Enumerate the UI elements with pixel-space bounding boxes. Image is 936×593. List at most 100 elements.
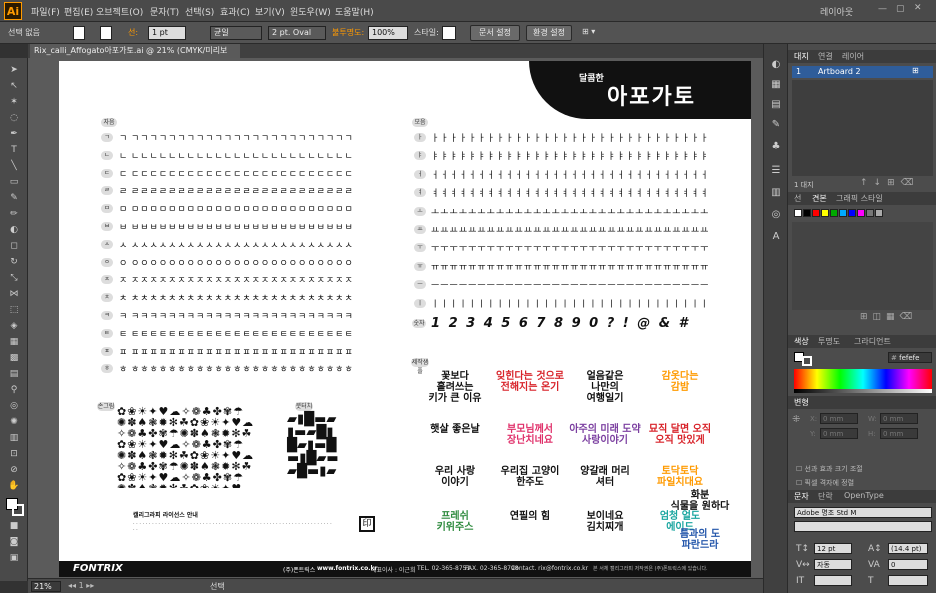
document-setup-button[interactable]: 문서 설정: [470, 25, 520, 41]
grayscale-ramp[interactable]: [794, 389, 932, 393]
swatch[interactable]: [866, 209, 874, 217]
opacity-field[interactable]: 100%: [368, 26, 408, 40]
slice-tool-icon[interactable]: ⊘: [7, 464, 21, 476]
maximize-icon[interactable]: ▢: [896, 4, 905, 14]
color-mode-icon[interactable]: ■: [7, 520, 21, 532]
tab-transparency[interactable]: 투명도: [818, 336, 840, 347]
vertical-scale-field[interactable]: [814, 575, 852, 586]
free-transform-tool-icon[interactable]: ⬚: [7, 304, 21, 316]
symbol-sprayer-tool-icon[interactable]: ✺: [7, 416, 21, 428]
brushes-icon[interactable]: ✎: [769, 118, 783, 132]
pixel-align-option[interactable]: ☐ 픽셀 격자에 정렬: [796, 478, 854, 488]
swatch-actions[interactable]: ⊞◫▦⌫: [860, 312, 917, 322]
color-spectrum[interactable]: [794, 369, 932, 389]
menu-select[interactable]: 선택(S): [185, 5, 214, 18]
close-icon[interactable]: ✕: [914, 3, 922, 13]
magic-wand-tool-icon[interactable]: ✶: [7, 96, 21, 108]
perspective-tool-icon[interactable]: ▦: [7, 336, 21, 348]
align-icon[interactable]: ⊞ ▾: [582, 27, 595, 36]
paintbrush-tool-icon[interactable]: ✎: [7, 192, 21, 204]
artboard[interactable]: 달콤한 아포가토 자음 ㄱㄱㄱㄱㄱㄱㄱㄱㄱㄱㄱㄱㄱㄱㄱㄱㄱㄱㄱㄱㄱㄱㄱㄱㄱㄱㄴㄴ…: [59, 61, 751, 577]
stroke-icon[interactable]: ☰: [769, 164, 783, 178]
scale-strokes-option[interactable]: ☐ 선과 효과 크기 조절: [796, 464, 863, 474]
stroke-indicator[interactable]: [802, 356, 812, 366]
tab-transform[interactable]: 변형: [794, 397, 809, 408]
line-tool-icon[interactable]: ╲: [7, 160, 21, 172]
hand-tool-icon[interactable]: ✋: [7, 480, 21, 492]
swatch[interactable]: [812, 209, 820, 217]
menu-effect[interactable]: 효과(C): [220, 5, 250, 18]
artboard-nav[interactable]: ◂◂ 1 ▸▸: [68, 581, 94, 590]
selection-tool-icon[interactable]: ➤: [7, 64, 21, 76]
gradient-icon[interactable]: ▥: [769, 186, 783, 200]
tracking-field[interactable]: 0: [888, 559, 928, 570]
type-tool-icon[interactable]: T: [7, 144, 21, 156]
menu-window[interactable]: 윈도우(W): [290, 5, 331, 18]
font-style-dropdown[interactable]: [794, 521, 932, 532]
rotate-tool-icon[interactable]: ↻: [7, 256, 21, 268]
stroke-weight-field[interactable]: 1 pt: [148, 26, 186, 40]
canvas-area[interactable]: calligraphy 달콤한 아포가토 자음 ㄱㄱㄱㄱㄱㄱㄱㄱㄱㄱㄱㄱㄱㄱㄱㄱ…: [28, 58, 763, 578]
swatch[interactable]: [857, 209, 865, 217]
menu-object[interactable]: 오브젝트(O): [96, 5, 143, 18]
shape-builder-tool-icon[interactable]: ◈: [7, 320, 21, 332]
pen-tool-icon[interactable]: ✒: [7, 128, 21, 140]
swatch[interactable]: [821, 209, 829, 217]
brush-dropdown[interactable]: 2 pt. Oval: [268, 26, 326, 40]
workspace-switcher[interactable]: 레이아웃: [820, 5, 853, 18]
font-family-dropdown[interactable]: Adobe 명조 Std M: [794, 507, 932, 518]
hex-input[interactable]: # fefefe: [888, 352, 932, 363]
artboard-actions[interactable]: ↑↓⊞⌫: [860, 178, 919, 188]
graph-tool-icon[interactable]: ▥: [7, 432, 21, 444]
swatch[interactable]: [830, 209, 838, 217]
leading-field[interactable]: (14.4 pt): [888, 543, 928, 554]
width-tool-icon[interactable]: ⋈: [7, 288, 21, 300]
screen-mode-icon[interactable]: ▣: [7, 552, 21, 564]
w-field[interactable]: 0 mm: [880, 413, 918, 424]
tab-color[interactable]: 색상: [794, 336, 809, 347]
menu-edit[interactable]: 편집(E): [64, 5, 93, 18]
gradient-tool-icon[interactable]: ▤: [7, 368, 21, 380]
tab-opentype[interactable]: OpenType: [844, 491, 884, 500]
type-panel-icon[interactable]: A: [769, 230, 783, 244]
horizontal-scale-field[interactable]: [888, 575, 928, 586]
kerning-field[interactable]: 자동: [814, 559, 852, 570]
swatch[interactable]: [875, 209, 883, 217]
appearance-icon[interactable]: ◎: [769, 208, 783, 222]
color-guide-icon[interactable]: ▦: [769, 78, 783, 92]
blob-brush-tool-icon[interactable]: ◐: [7, 224, 21, 236]
tab-layers[interactable]: 레이어: [842, 51, 864, 62]
menu-help[interactable]: 도움말(H): [335, 5, 374, 18]
menu-type[interactable]: 문자(T): [150, 5, 179, 18]
pencil-tool-icon[interactable]: ✏: [7, 208, 21, 220]
stroke-swatch[interactable]: [100, 26, 112, 40]
scale-tool-icon[interactable]: ⤡: [7, 272, 21, 284]
tab-stroke[interactable]: 선: [794, 193, 801, 204]
tab-gradient[interactable]: 그라디언트: [854, 336, 891, 347]
fill-swatch[interactable]: [73, 26, 85, 40]
tab-graphic-styles[interactable]: 그래픽 스타일: [836, 193, 883, 204]
y-field[interactable]: 0 mm: [820, 428, 858, 439]
eraser-tool-icon[interactable]: ◻: [7, 240, 21, 252]
swatches-icon[interactable]: ▤: [769, 98, 783, 112]
artboard-tool-icon[interactable]: ⊡: [7, 448, 21, 460]
swatch[interactable]: [839, 209, 847, 217]
swatch[interactable]: [803, 209, 811, 217]
tab-character[interactable]: 문자: [794, 491, 809, 502]
opacity-label[interactable]: 불투명도:: [332, 27, 364, 38]
menu-file[interactable]: 파일(F): [31, 5, 60, 18]
preferences-button[interactable]: 환경 설정: [526, 25, 572, 41]
document-tab[interactable]: Rix_calli_Affogato아포가토.ai @ 21% (CMYK/미리…: [30, 44, 240, 69]
blend-tool-icon[interactable]: ◎: [7, 400, 21, 412]
artboard-options-icon[interactable]: ⊞: [912, 66, 919, 75]
reference-point-icon[interactable]: ⁜: [792, 414, 804, 426]
artboard-row[interactable]: 1 Artboard 2 ⊞: [792, 66, 933, 78]
minimize-icon[interactable]: —: [878, 4, 887, 14]
h-field[interactable]: 0 mm: [880, 428, 918, 439]
zoom-field[interactable]: 21%: [31, 581, 61, 592]
lasso-tool-icon[interactable]: ◌: [7, 112, 21, 124]
stroke-profile-dropdown[interactable]: 균일: [210, 26, 262, 40]
tab-links[interactable]: 연결: [818, 51, 833, 62]
rectangle-tool-icon[interactable]: ▭: [7, 176, 21, 188]
style-swatch[interactable]: [442, 26, 456, 40]
